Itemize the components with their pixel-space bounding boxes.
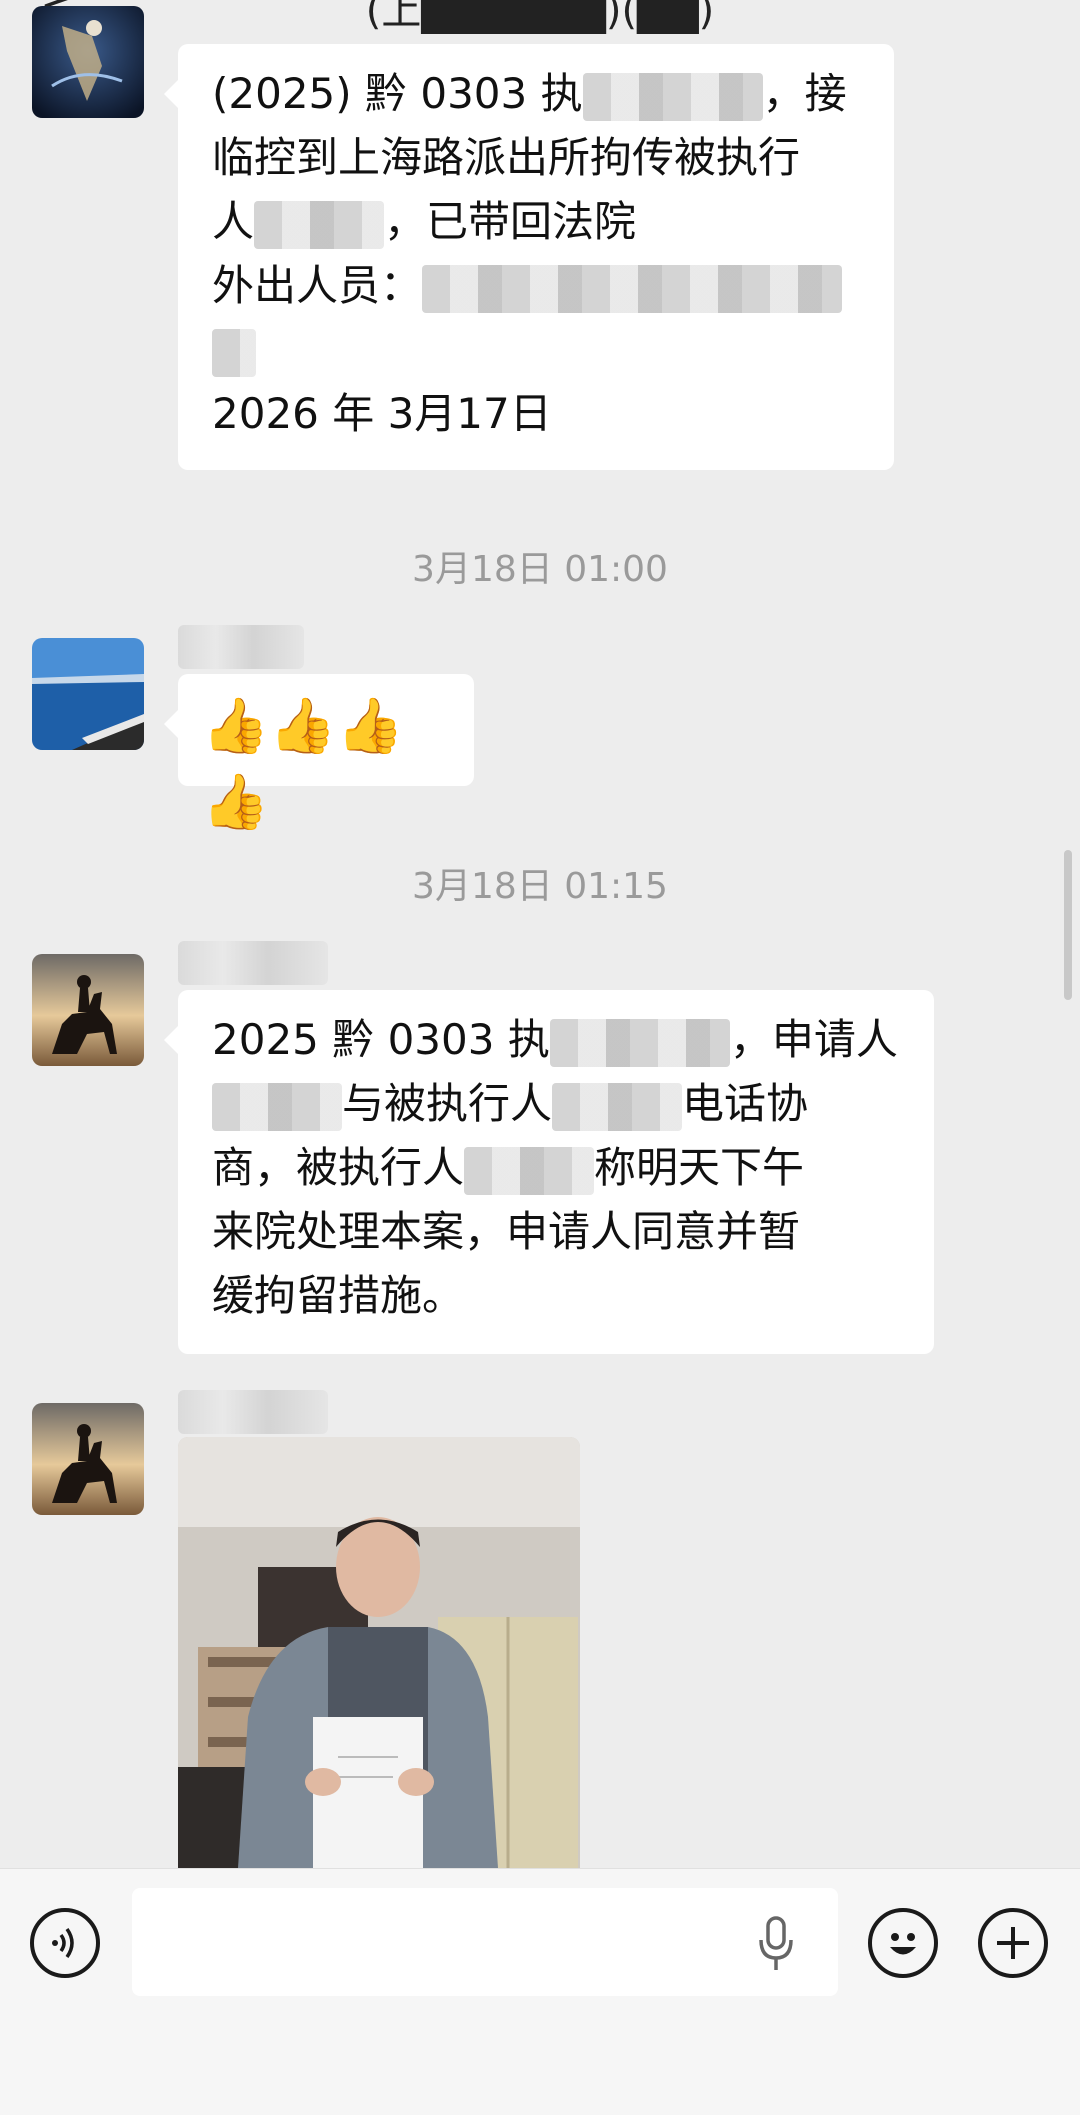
- message-line: 外出人员：: [212, 254, 864, 318]
- redacted-text: [212, 1082, 342, 1131]
- message-line: 2026 年 3月17日: [212, 382, 864, 446]
- message-line: 2025 黔 0303 执 ，申请人: [212, 1008, 904, 1072]
- scrollbar[interactable]: [1064, 850, 1072, 1000]
- message-line: 临控到上海路派出所拘传被执行: [212, 126, 864, 190]
- message-bubble[interactable]: 👍👍👍👍: [164, 674, 474, 833]
- avatar[interactable]: [32, 6, 144, 118]
- message-text: 来院处理本案，申请人同意并暂: [212, 1207, 801, 1256]
- message-line: 来院处理本案，申请人同意并暂: [212, 1200, 904, 1264]
- message-text: 缓拘留措施。: [212, 1271, 465, 1320]
- redacted-text: [582, 72, 763, 121]
- message-text: 临控到上海路派出所拘传被执行: [212, 133, 801, 182]
- redacted-text: [464, 1146, 595, 1195]
- redacted-text: [552, 1082, 683, 1131]
- message-text: 2026 年 3月17日: [212, 389, 552, 438]
- message-text: 称明天下午: [594, 1143, 805, 1192]
- message-bubble[interactable]: 2025 黔 0303 执 ，申请人 与被执行人 电话协 商，被执行人 称明天下午 来…: [164, 990, 934, 1354]
- message-bubble[interactable]: (2025) 黔 0303 执 ，接 临控到上海路派出所拘传被执行 人 ，已带回法院…: [164, 44, 894, 470]
- message-text: 电话协: [682, 1079, 809, 1128]
- message-text: 2025 黔 0303 执: [212, 1015, 550, 1064]
- microphone-icon[interactable]: [756, 1916, 796, 1972]
- emoji-smile-icon[interactable]: [868, 1908, 938, 1978]
- sender-name-redacted: [178, 625, 304, 669]
- avatar[interactable]: [32, 638, 144, 750]
- message-text: ，申请人: [729, 1015, 898, 1064]
- timestamp: 3月18日 01:15: [412, 866, 668, 907]
- message-line: 缓拘留措施。: [212, 1264, 904, 1328]
- chat-header: < (上▇▇▇▇▇▇)(▇▇): [0, 0, 1080, 40]
- message-text: 人: [212, 197, 255, 246]
- sender-name-redacted: [178, 941, 328, 985]
- message-line: (2025) 黔 0303 执 ，接: [212, 62, 864, 126]
- timestamp: 3月18日 01:00: [412, 549, 668, 590]
- message-text: 商，被执行人: [212, 1143, 465, 1192]
- chat-title: (上▇▇▇▇▇▇)(▇▇): [365, 0, 715, 34]
- redacted-text: [212, 328, 256, 377]
- avatar[interactable]: [32, 1403, 144, 1515]
- message-line: 与被执行人 电话协: [212, 1072, 904, 1136]
- message-text: ，接: [762, 69, 847, 118]
- message-text: (2025) 黔 0303 执: [212, 69, 583, 118]
- message-text: 外出人员：: [212, 261, 423, 310]
- message-text: 与被执行人: [342, 1079, 553, 1128]
- thumbs-up-emoji: 👍👍👍👍: [202, 694, 404, 833]
- message-line: 人 ，已带回法院: [212, 190, 864, 254]
- message-photo[interactable]: [178, 1437, 580, 1868]
- redacted-text: [422, 264, 843, 313]
- message-line: [212, 318, 864, 382]
- avatar[interactable]: [32, 954, 144, 1066]
- sender-name-redacted: [178, 1390, 328, 1434]
- plus-icon[interactable]: [978, 1908, 1048, 1978]
- message-input[interactable]: [132, 1888, 838, 1996]
- message-line: 商，被执行人 称明天下午: [212, 1136, 904, 1200]
- voice-toggle-icon[interactable]: [30, 1908, 100, 1978]
- message-text: ，已带回法院: [384, 197, 637, 246]
- redacted-text: [254, 200, 385, 249]
- redacted-text: [549, 1018, 730, 1067]
